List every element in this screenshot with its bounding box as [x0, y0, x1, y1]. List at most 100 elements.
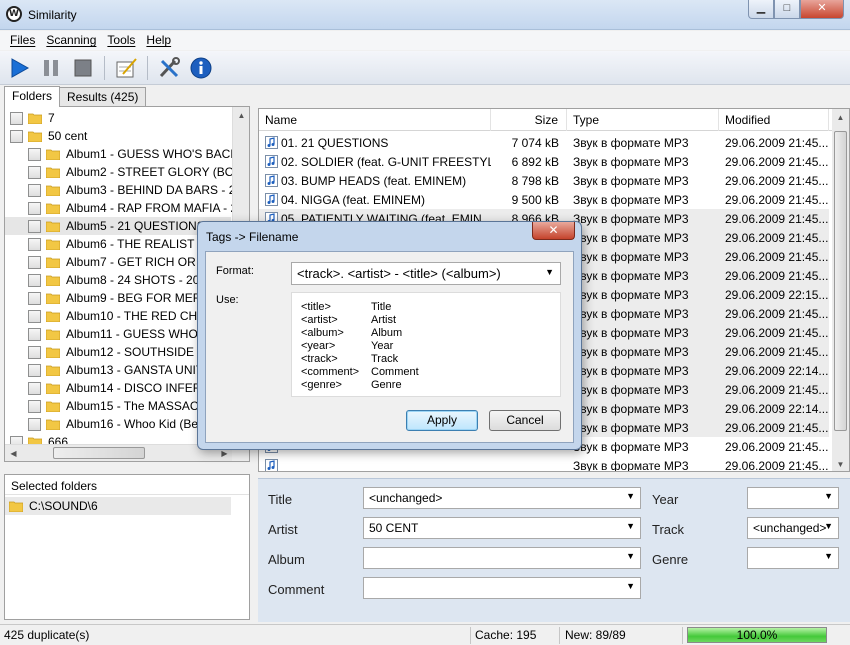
- folder-icon: [46, 329, 60, 340]
- selected-folder-item[interactable]: C:\SOUND\6: [5, 497, 231, 515]
- file-name: 01. 21 QUESTIONS: [281, 135, 389, 150]
- table-row[interactable]: 02. SOLDIER (feat. G-UNIT FREESTYLE) 6 89…: [259, 152, 829, 171]
- minimize-button[interactable]: ▁: [748, 0, 774, 19]
- tree-item-label: Album13 - GANSTA UNIT: [66, 363, 204, 377]
- folder-icon: [46, 365, 60, 376]
- menu-files[interactable]: Files: [6, 31, 42, 50]
- menu-help[interactable]: Help: [142, 31, 178, 50]
- options-button[interactable]: [156, 55, 182, 81]
- tree-item-checkbox[interactable]: [28, 363, 41, 377]
- tree-item-checkbox[interactable]: [10, 129, 23, 143]
- column-size[interactable]: Size: [491, 109, 567, 131]
- artist-combo[interactable]: 50 CENT ▼: [363, 517, 641, 539]
- tree-item-label: Album10 - THE RED CHIL: [66, 309, 208, 323]
- about-button[interactable]: [188, 55, 214, 81]
- cancel-button[interactable]: Cancel: [489, 410, 561, 431]
- year-label: Year: [652, 492, 679, 507]
- tree-item[interactable]: 50 cent: [5, 127, 87, 145]
- list-vertical-scrollbar[interactable]: ▲ ▼: [832, 109, 849, 471]
- table-row[interactable]: Звук в формате MP3 29.06.2009 21:45...: [259, 456, 829, 471]
- tree-item-checkbox[interactable]: [28, 255, 41, 269]
- apply-button[interactable]: Apply: [406, 410, 478, 431]
- artist-label: Artist: [268, 522, 298, 537]
- tag-token-list: <title> Title <artist> Artist <album> Album <y…: [291, 292, 561, 397]
- tree-item-checkbox[interactable]: [28, 219, 41, 233]
- comment-combo[interactable]: ▼: [363, 577, 641, 599]
- scroll-thumb[interactable]: [834, 131, 847, 431]
- tree-item[interactable]: Album13 - GANSTA UNIT: [5, 361, 203, 379]
- menu-scanning[interactable]: Scanning: [42, 31, 103, 50]
- token-tag: <year>: [301, 340, 336, 352]
- menu-bar: Files Scanning Tools Help: [0, 31, 850, 50]
- tree-item-checkbox[interactable]: [10, 111, 23, 125]
- tree-item[interactable]: Album12 - SOUTHSIDE FI: [5, 343, 208, 361]
- tree-item-checkbox[interactable]: [28, 399, 41, 413]
- tree-item[interactable]: Album2 - STREET GLORY (BOO: [5, 163, 243, 181]
- year-combo[interactable]: ▼: [747, 487, 839, 509]
- selected-folder-path: C:\SOUND\6: [29, 499, 98, 513]
- tree-item[interactable]: Album1 - GUESS WHO'S BACK: [5, 145, 238, 163]
- tree-item-checkbox[interactable]: [28, 381, 41, 395]
- tree-item[interactable]: Album14 - DISCO INFERN: [5, 379, 210, 397]
- table-row[interactable]: 01. 21 QUESTIONS 7 074 kB Звук в формате M…: [259, 133, 829, 152]
- dialog-close-button[interactable]: ✕: [532, 222, 575, 240]
- tree-item[interactable]: Album9 - BEG FOR MERC: [5, 289, 210, 307]
- cell-modified: 29.06.2009 21:45...: [725, 135, 829, 150]
- pause-button[interactable]: [38, 55, 64, 81]
- tree-item-checkbox[interactable]: [28, 273, 41, 287]
- tree-item[interactable]: Album3 - BEHIND DA BARS - 20: [5, 181, 242, 199]
- tree-item-checkbox[interactable]: [28, 201, 41, 215]
- tree-item[interactable]: Album4 - RAP FROM MAFIA - 2: [5, 199, 237, 217]
- chevron-down-icon: ▼: [824, 491, 833, 501]
- tree-item-checkbox[interactable]: [28, 417, 41, 431]
- maximize-button[interactable]: □: [774, 0, 800, 19]
- album-combo[interactable]: ▼: [363, 547, 641, 569]
- tab-results[interactable]: Results (425): [59, 87, 147, 106]
- scroll-up-arrow[interactable]: ▲: [233, 107, 249, 124]
- edit-tags-button[interactable]: [113, 55, 139, 81]
- tree-item-checkbox[interactable]: [28, 237, 41, 251]
- menu-tools[interactable]: Tools: [103, 31, 142, 50]
- format-combo[interactable]: <track>. <artist> - <title> (<album>) ▼: [291, 262, 561, 285]
- scroll-down-arrow[interactable]: ▼: [832, 456, 849, 471]
- title-combo[interactable]: <unchanged> ▼: [363, 487, 641, 509]
- table-row[interactable]: 04. NIGGA (feat. EMINEM) 9 500 kB Звук в ф…: [259, 190, 829, 209]
- tree-item-checkbox[interactable]: [28, 165, 41, 179]
- tree-item-checkbox[interactable]: [28, 309, 41, 323]
- start-scan-button[interactable]: [6, 55, 32, 81]
- tree-item-checkbox[interactable]: [28, 345, 41, 359]
- cell-type: Звук в формате MP3: [573, 287, 689, 302]
- tree-item[interactable]: Album16 - Whoo Kid (Be: [5, 415, 198, 433]
- cell-modified: 29.06.2009 21:45...: [725, 249, 829, 264]
- track-combo[interactable]: <unchanged> ▼: [747, 517, 839, 539]
- tree-item-checkbox[interactable]: [28, 183, 41, 197]
- scroll-left-arrow[interactable]: ◀: [5, 445, 22, 461]
- tree-item[interactable]: Album7 - GET RICH OR D: [5, 253, 208, 271]
- tree-item[interactable]: 7: [5, 109, 55, 127]
- chevron-down-icon: ▼: [626, 551, 635, 561]
- genre-combo[interactable]: ▼: [747, 547, 839, 569]
- column-name[interactable]: Name: [259, 109, 491, 131]
- table-row[interactable]: 03. BUMP HEADS (feat. EMINEM) 8 798 kB Зву…: [259, 171, 829, 190]
- tree-item-checkbox[interactable]: [28, 327, 41, 341]
- tree-item[interactable]: Album8 - 24 SHOTS - 200: [5, 271, 206, 289]
- tree-item[interactable]: Album6 - THE REALIST -: [5, 235, 202, 253]
- selected-folders-panel: Selected folders C:\SOUND\6: [4, 474, 250, 620]
- tree-item[interactable]: Album15 - The MASSACR: [5, 397, 207, 415]
- tree-item-label: Album4 - RAP FROM MAFIA - 2: [66, 201, 238, 215]
- new-count: New: 89/89: [565, 628, 626, 642]
- tree-item[interactable]: Album11 - GUESS WHO'S: [5, 325, 208, 343]
- scroll-thumb[interactable]: [53, 447, 145, 459]
- cell-size: 8 798 kB: [511, 173, 559, 188]
- stop-button[interactable]: [70, 55, 96, 81]
- close-window-button[interactable]: ✕: [800, 0, 844, 19]
- scroll-up-arrow[interactable]: ▲: [832, 109, 849, 126]
- tag-editor-panel: Title <unchanged> ▼ Artist 50 CENT ▼ Album…: [258, 478, 850, 622]
- tab-folders[interactable]: Folders: [4, 86, 61, 107]
- column-modified[interactable]: Modified: [719, 109, 829, 131]
- column-type[interactable]: Type: [567, 109, 719, 131]
- tree-item-checkbox[interactable]: [28, 147, 41, 161]
- tree-item[interactable]: Album10 - THE RED CHIL: [5, 307, 207, 325]
- tree-item-checkbox[interactable]: [28, 291, 41, 305]
- cell-size: 7 074 kB: [511, 135, 559, 150]
